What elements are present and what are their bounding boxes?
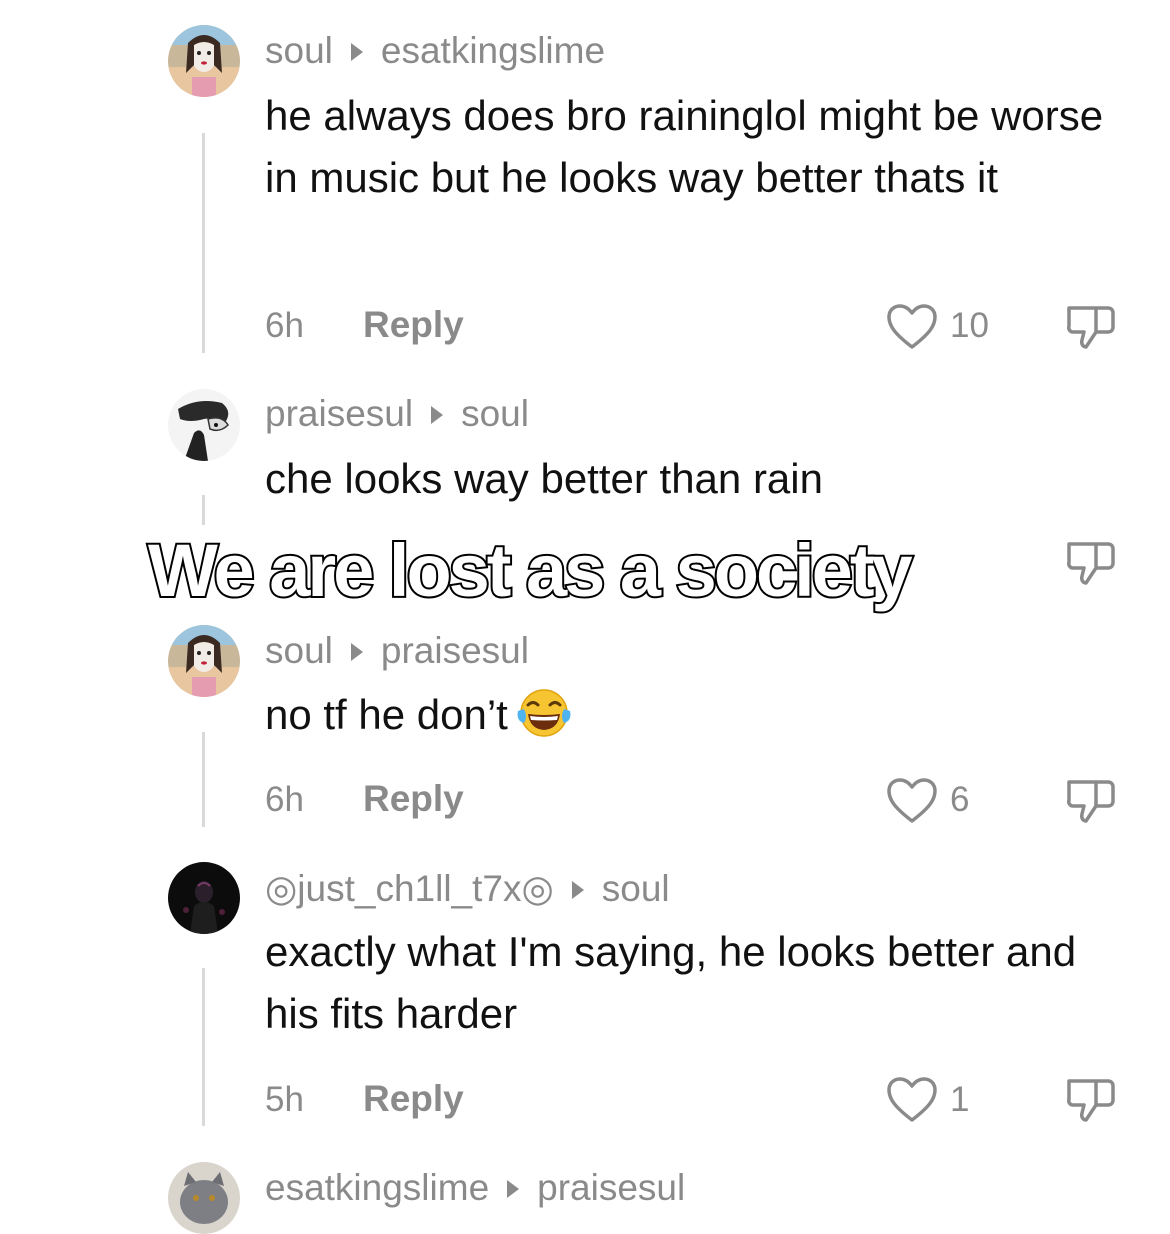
thread-line [202, 732, 205, 827]
like-count: 1 [950, 1080, 970, 1119]
heart-icon [887, 778, 937, 823]
dislike-button[interactable] [1064, 1075, 1118, 1130]
comment-time: 5h [265, 1080, 304, 1119]
heart-icon [887, 1077, 937, 1122]
heart-icon [887, 304, 937, 349]
reply-arrow-icon [571, 880, 584, 899]
thumbs-down-icon [1067, 306, 1115, 349]
comment-text: che looks way better than rain [265, 455, 823, 502]
thumbs-down-icon [1067, 1079, 1115, 1122]
avatar[interactable] [168, 625, 240, 697]
like-button[interactable] [885, 1075, 939, 1130]
dislike-button[interactable] [1064, 776, 1118, 831]
comment-header: soul praisesul [265, 630, 529, 672]
reply-arrow-icon [350, 42, 363, 61]
reply-button[interactable]: Reply [363, 778, 464, 820]
like-button[interactable] [885, 776, 939, 831]
reply-to-name[interactable]: soul [461, 393, 529, 434]
thread-line [202, 968, 205, 1126]
like-button[interactable] [885, 302, 939, 357]
author-name[interactable]: ◎just_ch1ll_t7x◎ [265, 868, 554, 909]
comment-text-body: no tf he don’t [265, 691, 508, 738]
comment-header: soul esatkingslime [265, 30, 605, 72]
thumbs-down-icon [1067, 542, 1115, 585]
author-name[interactable]: esatkingslime [265, 1167, 489, 1208]
avatar[interactable] [168, 1162, 240, 1234]
reply-arrow-icon [507, 1179, 520, 1198]
comment-text: exactly what I'm saying, he looks better… [265, 928, 1077, 1037]
comment-time: 6h [265, 780, 304, 819]
avatar[interactable] [168, 862, 240, 934]
reply-to-name[interactable]: praisesul [537, 1167, 685, 1208]
thread-line [202, 133, 205, 353]
like-count: 10 [950, 306, 989, 345]
author-name[interactable]: praisesul [265, 393, 413, 434]
avatar[interactable] [168, 25, 240, 97]
thumbs-down-icon [1067, 780, 1115, 823]
comment-time: 6h [265, 306, 304, 345]
thread-line [202, 495, 205, 525]
reply-to-name[interactable]: soul [602, 868, 670, 909]
reply-button[interactable]: Reply [363, 304, 464, 346]
laughing-crying-emoji-icon [516, 687, 572, 739]
comment-text: he always does bro raininglol might be w… [265, 92, 1104, 201]
like-count: 6 [950, 780, 970, 819]
comment-header: ◎just_ch1ll_t7x◎ soul [265, 867, 670, 910]
dislike-button[interactable] [1064, 538, 1118, 593]
overlay-caption: We are lost as a society [146, 527, 915, 614]
author-name[interactable]: soul [265, 630, 333, 671]
reply-to-name[interactable]: esatkingslime [381, 30, 605, 71]
reply-button[interactable]: Reply [363, 1078, 464, 1120]
reply-arrow-icon [350, 642, 363, 661]
reply-arrow-icon [431, 405, 444, 424]
avatar[interactable] [168, 389, 240, 461]
comment-text: no tf he don’t [265, 684, 1135, 746]
comment-header: praisesul soul [265, 393, 529, 435]
reply-to-name[interactable]: praisesul [381, 630, 529, 671]
dislike-button[interactable] [1064, 302, 1118, 357]
comment-header: esatkingslime praisesul [265, 1167, 685, 1209]
author-name[interactable]: soul [265, 30, 333, 71]
